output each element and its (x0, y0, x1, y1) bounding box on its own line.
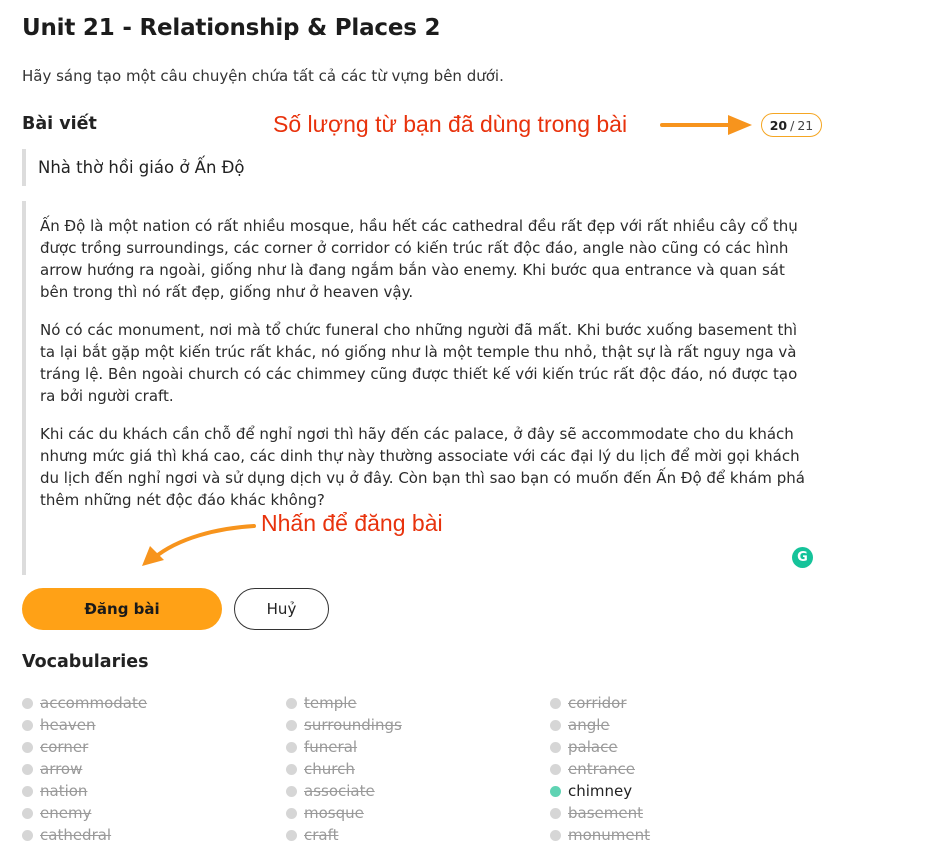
vocab-item: corridor (550, 692, 650, 714)
annotation-arrow-curved-icon (142, 524, 256, 566)
status-dot-icon (22, 763, 33, 775)
status-dot-icon (550, 829, 561, 841)
status-dot-icon (286, 785, 297, 797)
vocab-word: accommodate (40, 694, 148, 712)
status-dot-icon (286, 719, 297, 731)
vocab-word: arrow (40, 760, 83, 778)
status-dot-icon (550, 807, 561, 819)
vocab-item: surroundings (286, 714, 402, 736)
status-dot-icon (286, 763, 297, 775)
vocab-word: associate (304, 782, 375, 800)
instruction-text: Hãy sáng tạo một câu chuyện chứa tất cả … (22, 67, 504, 85)
word-count-annotation: Số lượng từ bạn đã dùng trong bài (273, 111, 628, 137)
vocab-item: nation (22, 780, 147, 802)
vocab-word: corner (40, 738, 89, 756)
vocab-word: cathedral (40, 826, 112, 844)
counter-used: 20 (769, 117, 788, 133)
vocab-item: enemy (22, 802, 147, 824)
post-section-label: Bài viết (22, 114, 97, 134)
vocab-word: mosque (304, 804, 364, 822)
status-dot-icon (22, 807, 33, 819)
status-dot-icon (550, 719, 561, 731)
vocab-item: associate (286, 780, 402, 802)
vocab-item: palace (550, 736, 650, 758)
vocab-word: heaven (40, 716, 96, 734)
vocab-word: church (304, 760, 355, 778)
vocab-word: temple (304, 694, 357, 712)
vocab-word: enemy (40, 804, 92, 822)
content-paragraph: Khi các du khách cần chỗ để nghỉ ngơi th… (40, 425, 805, 509)
vocab-word: chimney (568, 782, 633, 800)
cancel-button[interactable]: Huỷ (234, 588, 329, 630)
vocab-word: funeral (304, 738, 358, 756)
vocab-word: angle (568, 716, 610, 734)
vocab-item: monument (550, 824, 650, 846)
vocab-item: funeral (286, 736, 402, 758)
vocab-word: corridor (568, 694, 627, 712)
status-dot-icon (22, 785, 33, 797)
counter-separator: / (790, 117, 795, 133)
post-title-text: Nhà thờ hồi giáo ở Ấn Độ (38, 158, 245, 177)
vocab-column: corridor angle palace entrance chimney b… (550, 692, 650, 846)
vocab-item: arrow (22, 758, 147, 780)
content-paragraph: Nó có các monument, nơi mà tổ chức funer… (40, 321, 798, 405)
vocab-item: temple (286, 692, 402, 714)
vocab-item: cathedral (22, 824, 147, 846)
vocab-word: surroundings (304, 716, 402, 734)
vocab-word: craft (304, 826, 339, 844)
annotation-arrow-right-icon (660, 115, 752, 135)
vocab-item: mosque (286, 802, 402, 824)
counter-total: 21 (797, 117, 814, 133)
post-annotation: Nhấn để đăng bài (261, 510, 443, 536)
status-dot-icon (286, 829, 297, 841)
status-dot-icon (286, 741, 297, 753)
page-title: Unit 21 - Relationship & Places 2 (22, 15, 441, 41)
vocab-item: craft (286, 824, 402, 846)
status-dot-icon (550, 697, 561, 709)
vocab-item: basement (550, 802, 650, 824)
status-dot-icon (22, 719, 33, 731)
vocab-item: entrance (550, 758, 650, 780)
vocab-word: nation (40, 782, 88, 800)
status-dot-icon (550, 763, 561, 775)
vocab-item: church (286, 758, 402, 780)
grammarly-icon[interactable]: G (792, 547, 813, 568)
vocabularies-heading: Vocabularies (22, 652, 149, 672)
vocab-word: basement (568, 804, 643, 822)
status-dot-icon (286, 697, 297, 709)
status-dot-icon (22, 829, 33, 841)
word-counter-badge: 20 / 21 (761, 113, 822, 137)
vocab-word: monument (568, 826, 651, 844)
vocab-item: heaven (22, 714, 147, 736)
content-paragraph: Ấn Độ là một nation có rất nhiều mosque,… (40, 217, 798, 301)
vocab-item: chimney (550, 780, 650, 802)
vocab-column: temple surroundings funeral church assoc… (286, 692, 402, 846)
status-dot-icon (22, 697, 33, 709)
vocab-item: accommodate (22, 692, 147, 714)
vocab-item: angle (550, 714, 650, 736)
status-dot-icon (286, 807, 297, 819)
vocab-item: corner (22, 736, 147, 758)
post-title-input[interactable]: Nhà thờ hồi giáo ở Ấn Độ (22, 149, 822, 186)
post-button[interactable]: Đăng bài (22, 588, 222, 630)
status-dot-icon (22, 741, 33, 753)
vocab-word: entrance (568, 760, 635, 778)
vocab-column: accommodate heaven corner arrow nation e… (22, 692, 147, 846)
status-dot-icon (550, 785, 561, 797)
vocab-word: palace (568, 738, 618, 756)
status-dot-icon (550, 741, 561, 753)
